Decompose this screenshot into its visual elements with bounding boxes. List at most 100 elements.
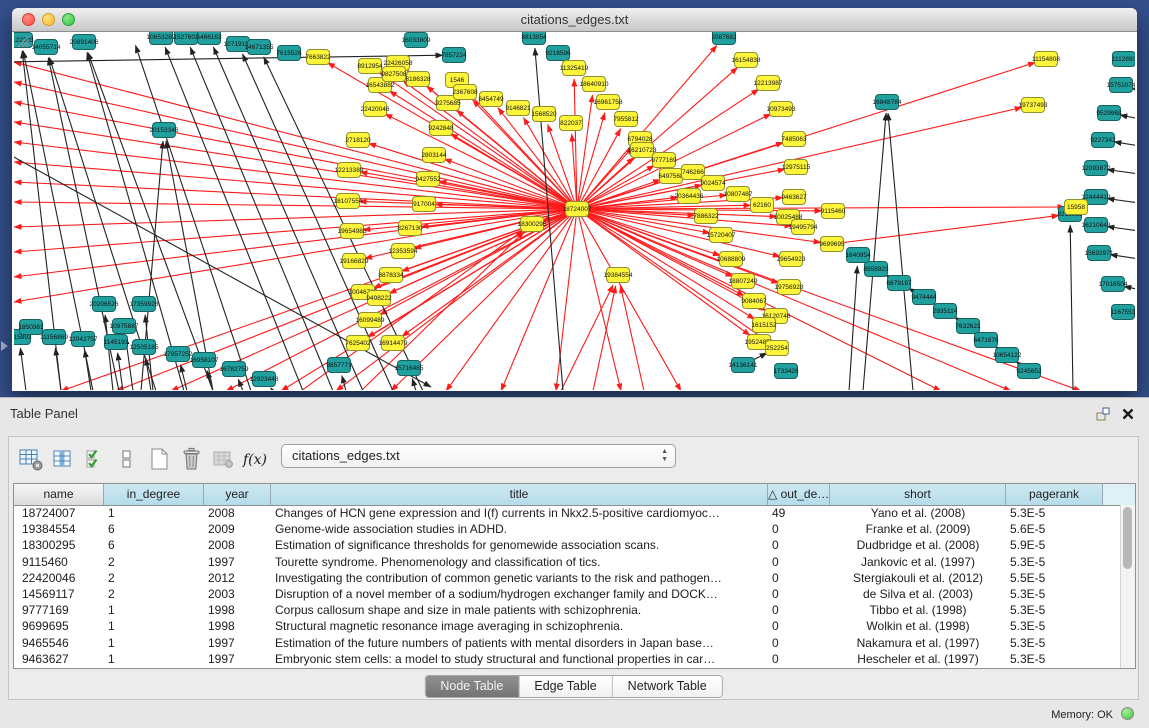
graph-node[interactable]: 7886322	[693, 209, 719, 224]
graph-node[interactable]: 1615152	[751, 318, 777, 333]
cell[interactable]: Corpus callosum shape and size in male p…	[271, 602, 768, 618]
cell[interactable]: 2008	[204, 505, 271, 521]
cell[interactable]: 5.3E-5	[1006, 635, 1103, 651]
graph-node[interactable]: 2087682	[711, 32, 737, 45]
graph-node[interactable]: 9498222	[366, 291, 392, 306]
graph-edge[interactable]	[118, 353, 123, 390]
column-header-title[interactable]: title	[271, 484, 768, 505]
cell[interactable]: 6	[104, 521, 204, 537]
graph-node[interactable]: 822037	[560, 116, 583, 131]
cell[interactable]: 1998	[204, 618, 271, 634]
graph-node[interactable]: 15692971	[1085, 246, 1114, 261]
graph-node[interactable]: 9463627	[781, 190, 807, 205]
new-table-icon[interactable]	[143, 444, 175, 474]
graph-node[interactable]: 10973493	[767, 102, 796, 117]
import-table-icon[interactable]	[207, 444, 239, 474]
graph-node[interactable]: 20364436	[675, 189, 704, 204]
table-selector-dropdown[interactable]: citations_edges.txt ▲▼	[281, 444, 676, 468]
graph-node[interactable]: 14671355	[245, 40, 274, 55]
cell[interactable]: 1997	[204, 635, 271, 651]
graph-node[interactable]: 16961758	[594, 95, 623, 110]
cell[interactable]: 0	[768, 586, 830, 602]
graph-node[interactable]: 18640910	[580, 77, 609, 92]
cell[interactable]: 2003	[204, 586, 271, 602]
cell[interactable]: 1	[104, 602, 204, 618]
cell[interactable]: 2	[104, 570, 204, 586]
graph-node[interactable]: 1145193	[104, 335, 129, 350]
cell[interactable]: Franke et al. (2009)	[830, 521, 1006, 537]
table-row[interactable]: 1938455462009Genome-wide association stu…	[14, 521, 1135, 537]
graph-node[interactable]: 12975115	[782, 160, 811, 175]
cell[interactable]: 5.6E-5	[1006, 521, 1103, 537]
graph-node[interactable]: 15720407	[707, 228, 736, 243]
graph-edge[interactable]	[14, 209, 577, 252]
cell[interactable]: 1	[104, 618, 204, 634]
graph-node[interactable]: 9529968	[1096, 106, 1122, 121]
cell[interactable]: 5.3E-5	[1006, 554, 1103, 570]
column-header-pagerank[interactable]: pagerank	[1006, 484, 1103, 505]
graph-node[interactable]: 9146821	[505, 101, 531, 116]
graph-node[interactable]: 9827508	[381, 67, 407, 82]
cell[interactable]: Embryonic stem cells: a model to study s…	[271, 651, 768, 667]
graph-edge[interactable]	[849, 266, 857, 390]
graph-node[interactable]: 9699695	[819, 237, 845, 252]
graph-node[interactable]: 16099489	[356, 313, 385, 328]
graph-edge[interactable]	[14, 142, 577, 209]
cell[interactable]: Genome-wide association studies in ADHD.	[271, 521, 768, 537]
graph-node[interactable]: 10975887	[110, 319, 139, 334]
cell[interactable]: 0	[768, 521, 830, 537]
graph-node[interactable]: 16210643	[1082, 218, 1111, 233]
graph-node[interactable]: 18724007	[563, 202, 592, 217]
cell[interactable]: 5.3E-5	[1006, 618, 1103, 634]
graph-node[interactable]: 917004	[413, 197, 436, 212]
graph-node[interactable]: 12213987	[754, 76, 783, 91]
graph-node[interactable]: 15716485	[395, 361, 424, 376]
cell[interactable]: 9699695	[14, 618, 104, 634]
graph-node[interactable]: 18807249	[729, 274, 758, 289]
cell[interactable]: 1997	[204, 651, 271, 667]
cell[interactable]: Tibbo et al. (1998)	[830, 602, 1006, 618]
graph-node[interactable]: 18300295	[518, 217, 547, 232]
cell[interactable]: 22420046	[14, 570, 104, 586]
cell[interactable]: 2008	[204, 537, 271, 553]
graph-edge[interactable]	[1107, 199, 1135, 205]
graph-node[interactable]: 1527602	[173, 32, 199, 45]
graph-node[interactable]: 11325419	[560, 61, 589, 76]
graph-node[interactable]: 11156869	[40, 330, 68, 345]
cell[interactable]: 9465546	[14, 635, 104, 651]
cell[interactable]: 1	[104, 635, 204, 651]
graph-node[interactable]: 1167553	[1111, 305, 1135, 320]
graph-node[interactable]: 11154808	[1032, 52, 1060, 67]
graph-node[interactable]: 12213389	[335, 163, 364, 178]
table-row[interactable]: 977716911998Corpus callosum shape and si…	[14, 602, 1135, 618]
table-row[interactable]: 1830029562008Estimation of significance …	[14, 537, 1135, 553]
cell[interactable]: 5.3E-5	[1006, 651, 1103, 667]
graph-node[interactable]: 6466163	[196, 32, 222, 45]
graph-edge[interactable]	[55, 348, 61, 390]
cell[interactable]: 9777169	[14, 602, 104, 618]
resize-grip-icon[interactable]	[14, 32, 30, 48]
graph-node[interactable]: 19737493	[1019, 98, 1048, 113]
cell[interactable]: 0	[768, 635, 830, 651]
graph-node[interactable]: 12923448	[250, 372, 279, 387]
cell[interactable]: Wolkin et al. (1998)	[830, 618, 1006, 634]
graph-node[interactable]: 9115460	[821, 204, 846, 219]
cell[interactable]: Yano et al. (2008)	[830, 505, 1006, 521]
graph-edge[interactable]	[457, 110, 578, 209]
cell[interactable]: Structural magnetic resonance image aver…	[271, 618, 768, 634]
table-row[interactable]: 946554611997Estimation of the future num…	[14, 635, 1135, 651]
table-row[interactable]: 969969511998Structural magnetic resonanc…	[14, 618, 1135, 634]
table-row[interactable]: 1872400712008Changes of HCN gene express…	[14, 505, 1135, 521]
column-header-year[interactable]: year	[204, 484, 271, 505]
cell[interactable]: Dudbridge et al. (2008)	[830, 537, 1006, 553]
graph-edge[interactable]	[1070, 225, 1073, 390]
graph-node[interactable]: 10653287	[147, 32, 176, 45]
graph-edge[interactable]	[1107, 227, 1135, 233]
graph-edge[interactable]	[14, 209, 577, 277]
cell[interactable]: 1	[104, 505, 204, 521]
graph-node[interactable]: 9777169	[651, 153, 677, 168]
graph-node[interactable]: 19654985	[338, 224, 367, 239]
table-settings-icon[interactable]	[15, 444, 47, 474]
graph-edge[interactable]	[1107, 170, 1135, 176]
cell[interactable]: Nakamura et al. (1997)	[830, 635, 1006, 651]
